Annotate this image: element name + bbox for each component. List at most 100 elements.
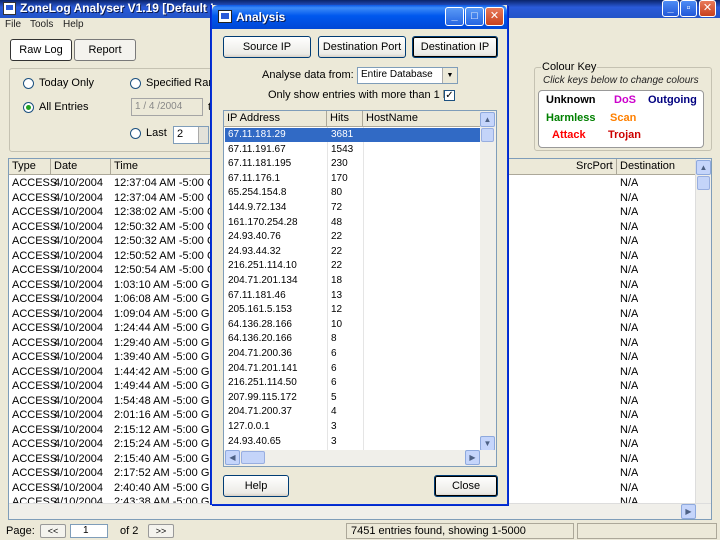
list-item[interactable]: 161.170.254.28 48 [225, 216, 481, 230]
minimize-icon[interactable]: _ [445, 7, 464, 26]
list-item[interactable]: 204.71.200.37 4 [225, 405, 481, 419]
main-window-title: ZoneLog Analyser V1.19 [Default L [20, 1, 218, 15]
close-button[interactable]: Close [434, 475, 498, 497]
scroll-right-icon[interactable]: ▶ [681, 504, 696, 519]
analyse-data-select[interactable]: Entire Database ▼ [357, 67, 458, 84]
scroll-up-icon[interactable]: ▲ [480, 112, 495, 127]
log-horizontal-scrollbar[interactable]: ▶ [9, 503, 711, 519]
radio-today-only[interactable]: Today Only [23, 77, 94, 89]
key-trojan[interactable]: Trojan [608, 129, 641, 141]
cell-type: ACCESS [12, 206, 58, 218]
cell-ip: 65.254.154.8 [228, 187, 287, 199]
cell-dest: N/A [620, 322, 639, 334]
app-icon [3, 2, 16, 15]
analysis-title: Analysis [236, 10, 286, 24]
key-outgoing[interactable]: Outgoing [648, 94, 697, 106]
last-count-stepper[interactable]: 2 [173, 126, 209, 144]
list-item[interactable]: 24.93.40.76 22 [225, 230, 481, 244]
scroll-thumb[interactable] [481, 128, 494, 142]
menu-help[interactable]: Help [63, 19, 84, 30]
cell-date: 4/10/2004 [54, 249, 103, 262]
analysis-title-bar[interactable]: Analysis _ □ ✕ [212, 5, 507, 29]
ip-list-horizontal-scrollbar[interactable]: ◀ ▶ [224, 450, 496, 466]
list-item[interactable]: 67.11.181.195 230 [225, 157, 481, 171]
log-vertical-scrollbar[interactable]: ▲ [695, 159, 711, 503]
scroll-thumb[interactable] [697, 176, 710, 190]
list-item[interactable]: 65.254.154.8 80 [225, 186, 481, 200]
cell-hits: 6 [331, 362, 337, 374]
list-item[interactable]: 207.99.115.172 5 [225, 391, 481, 405]
menu-tools[interactable]: Tools [30, 19, 53, 30]
ip-list-vertical-scrollbar[interactable]: ▲ ▼ [480, 111, 496, 452]
colour-key-box: Unknown DoS Outgoing Harmless Scan Attac… [538, 90, 704, 148]
cell-hits: 12 [331, 304, 343, 316]
radio-all-entries[interactable]: All Entries [23, 101, 89, 113]
next-page-button[interactable]: >> [148, 524, 174, 538]
list-item[interactable]: 216.251.114.10 22 [225, 259, 481, 273]
list-item[interactable]: 64.136.20.166 8 [225, 332, 481, 346]
ip-hits-list[interactable]: IP Address Hits HostName 67.11.181.29 368… [223, 110, 497, 467]
list-item[interactable]: 205.161.5.153 12 [225, 303, 481, 317]
col-time[interactable]: Time [111, 159, 211, 175]
prev-page-button[interactable]: << [40, 524, 66, 538]
list-item[interactable]: 67.11.181.29 3681 [225, 128, 481, 142]
help-button[interactable]: Help [223, 475, 289, 497]
list-item[interactable]: 127.0.0.1 3 [225, 420, 481, 434]
close-icon[interactable]: ✕ [485, 7, 504, 26]
list-item[interactable]: 204.71.200.36 6 [225, 347, 481, 361]
cell-dest: N/A [620, 481, 639, 494]
cell-date: 4/10/2004 [54, 409, 103, 421]
source-ip-button[interactable]: Source IP [223, 36, 311, 58]
list-item[interactable]: 64.136.28.166 10 [225, 318, 481, 332]
cell-time: 12:50:54 AM -5:00 GI [114, 264, 210, 276]
dropdown-arrow-icon[interactable]: ▼ [442, 68, 457, 83]
scroll-left-icon[interactable]: ◀ [225, 450, 240, 465]
scroll-up-icon[interactable]: ▲ [696, 160, 711, 175]
key-harmless[interactable]: Harmless [546, 112, 596, 124]
key-unknown[interactable]: Unknown [546, 94, 596, 106]
col-ip-address[interactable]: IP Address [224, 111, 327, 127]
col-hits[interactable]: Hits [327, 111, 363, 127]
list-item[interactable]: 216.251.114.50 6 [225, 376, 481, 390]
scroll-right-icon[interactable]: ▶ [465, 450, 480, 465]
col-destination[interactable]: Destination [617, 159, 697, 175]
cell-date: 4/10/2004 [54, 264, 103, 276]
cell-ip: 207.99.115.172 [228, 391, 297, 403]
col-srcport[interactable]: SrcPort [573, 159, 617, 175]
cell-type: ACCESS [12, 481, 58, 494]
cell-dest: N/A [620, 278, 639, 291]
cell-date: 4/10/2004 [54, 467, 103, 479]
spin-arrows-icon[interactable] [198, 127, 208, 143]
key-scan[interactable]: Scan [610, 112, 636, 124]
tab-report[interactable]: Report [74, 39, 136, 61]
page-number-input[interactable]: 1 [70, 524, 108, 538]
radio-specified-range[interactable]: Specified Rang [130, 77, 221, 89]
list-item[interactable]: 67.11.176.1 170 [225, 172, 481, 186]
maximize-icon[interactable]: □ [465, 7, 484, 26]
scroll-down-icon[interactable]: ▼ [480, 436, 495, 451]
key-dos[interactable]: DoS [614, 94, 636, 106]
list-item[interactable]: 144.9.72.134 72 [225, 201, 481, 215]
col-date[interactable]: Date [51, 159, 111, 175]
maximize-icon[interactable]: ▫ [680, 0, 697, 17]
close-icon[interactable]: ✕ [699, 0, 716, 17]
tab-raw-log[interactable]: Raw Log [10, 39, 72, 61]
date-picker[interactable]: 1 / 4 /2004 [131, 98, 203, 116]
radio-last[interactable]: Last [130, 127, 167, 139]
destination-ip-button[interactable]: Destination IP [412, 36, 498, 58]
list-item[interactable]: 67.11.181.46 13 [225, 289, 481, 303]
only-multi-hit-checkbox[interactable]: ✓ [444, 90, 455, 101]
list-item[interactable]: 67.11.191.67 1543 [225, 143, 481, 157]
list-item[interactable]: 204.71.201.141 6 [225, 362, 481, 376]
scroll-thumb[interactable] [241, 451, 265, 464]
minimize-icon[interactable]: _ [662, 0, 679, 17]
cell-ip: 204.71.201.141 [228, 362, 298, 374]
col-type[interactable]: Type [9, 159, 51, 175]
list-item[interactable]: 24.93.44.32 22 [225, 245, 481, 259]
list-item[interactable]: 24.93.40.65 3 [225, 435, 481, 449]
destination-port-button[interactable]: Destination Port [318, 36, 406, 58]
list-item[interactable]: 204.71.201.134 18 [225, 274, 481, 288]
key-attack[interactable]: Attack [552, 129, 586, 141]
col-hostname[interactable]: HostName [363, 111, 484, 127]
menu-file[interactable]: File [5, 19, 21, 30]
